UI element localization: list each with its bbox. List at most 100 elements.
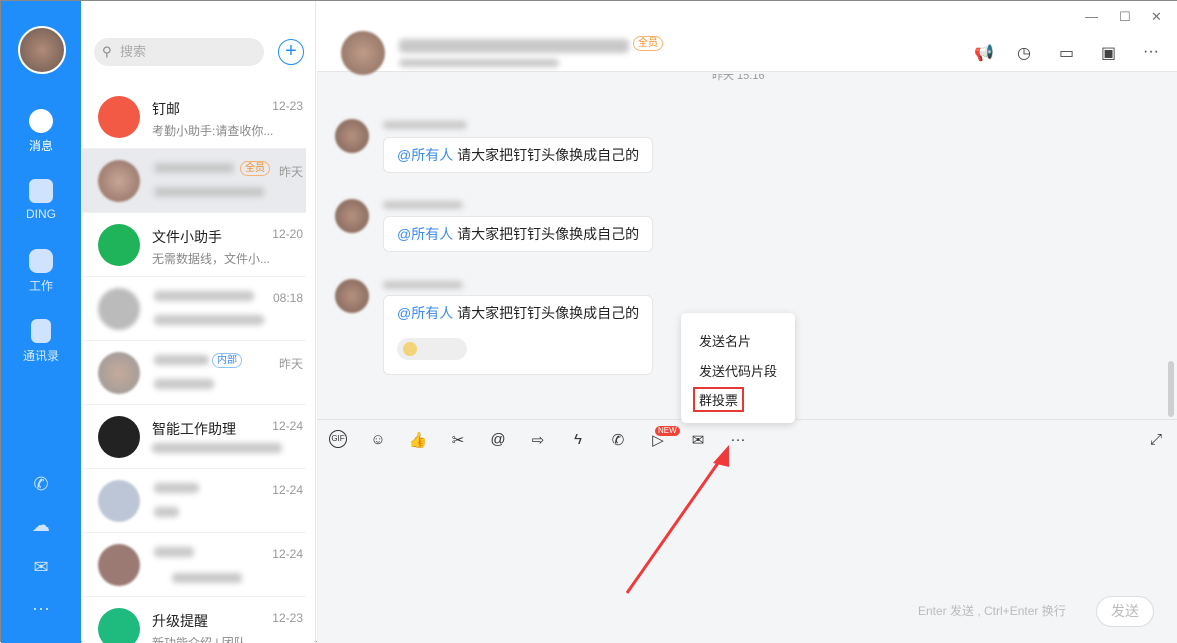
chat-icon (29, 109, 53, 133)
annotation-arrow (617, 441, 747, 601)
avatar (98, 352, 140, 394)
timestamp: 昨天 15:16 (712, 74, 765, 84)
input-toolbar: GIF ☺ 👍 ✂ @ ⇨ ϟ ✆ ▷ NEW ✉ ··· ⤢ (317, 419, 1177, 457)
thumbs-up-icon[interactable]: 👍 (408, 431, 428, 449)
list-item[interactable]: 08:18 (82, 277, 306, 341)
emoji-icon[interactable]: ☺ (368, 431, 388, 448)
nav-contacts[interactable]: 通讯录 (1, 319, 81, 364)
search-icon: ⚲ (102, 38, 112, 66)
conv-time: 12-24 (272, 419, 303, 433)
conv-time: 12-23 (272, 99, 303, 113)
conv-time: 08:18 (273, 291, 303, 305)
more-icon[interactable]: ··· (1143, 43, 1159, 61)
message-text: 请大家把钉钉头像换成自己的 (453, 226, 639, 242)
avatar[interactable] (335, 279, 369, 313)
menu-item-send-card[interactable]: 发送名片 (699, 331, 751, 350)
message-bubble[interactable]: @所有人 请大家把钉钉头像换成自己的 (383, 216, 653, 252)
reaction[interactable] (397, 338, 467, 360)
conv-name: 文件小助手 (152, 227, 222, 247)
mention[interactable]: @所有人 (397, 305, 453, 321)
list-item[interactable]: 智能工作助理 12-24 (82, 405, 306, 469)
conv-preview: 考勤小助手:请查收你... (152, 122, 273, 139)
scrollbar[interactable] (1168, 361, 1174, 417)
send-hint: Enter 发送 , Ctrl+Enter 换行 (918, 602, 1066, 619)
group-avatar[interactable] (341, 31, 385, 75)
announcement-icon[interactable]: 📢 (974, 43, 994, 63)
send-button[interactable]: 发送 (1096, 596, 1154, 627)
folder-send-icon[interactable]: ⇨ (528, 431, 548, 449)
badge: 全员 (633, 36, 663, 51)
search-input[interactable]: ⚲ 搜索 (94, 38, 264, 66)
avatar (98, 288, 140, 330)
apps-icon (29, 249, 53, 273)
folder-icon[interactable]: ▭ (1059, 43, 1074, 63)
mention[interactable]: @所有人 (397, 147, 453, 163)
scissors-icon[interactable]: ✂ (448, 431, 468, 449)
nav-label: 通讯录 (23, 349, 59, 363)
avatar[interactable] (335, 119, 369, 153)
list-item[interactable]: 钉邮 考勤小助手:请查收你... 12-23 (82, 85, 306, 149)
list-item[interactable]: 内部 昨天 (82, 341, 306, 405)
conv-time: 昨天 (279, 355, 303, 372)
conv-time: 12-20 (272, 227, 303, 241)
gif-icon[interactable]: GIF (329, 430, 347, 448)
conv-time: 12-23 (272, 611, 303, 625)
badge: 全员 (240, 161, 270, 176)
expand-icon[interactable]: ⤢ (1146, 431, 1166, 448)
nav-sidebar: 消息 DING 工作 通讯录 ✆ ☁ ✉ ··· (1, 1, 81, 643)
list-item[interactable]: 12-24 (82, 469, 306, 533)
badge: 内部 (212, 353, 242, 368)
nav-work[interactable]: 工作 (1, 249, 81, 294)
more-icon[interactable]: ··· (31, 598, 51, 618)
ding-icon[interactable]: ϟ (568, 431, 588, 448)
phone-icon[interactable]: ✆ (31, 474, 51, 494)
avatar (98, 544, 140, 586)
minimize-icon[interactable]: — (1085, 9, 1098, 24)
contacts-icon (31, 319, 51, 343)
live-icon[interactable]: ▣ (1101, 43, 1116, 63)
ding-icon (29, 179, 53, 203)
conv-name: 升级提醒 (152, 611, 208, 631)
clock-icon[interactable]: ◷ (1017, 43, 1031, 63)
conv-name: 钉邮 (152, 99, 180, 119)
conversation-list: ⚲ 搜索 + 钉邮 考勤小助手:请查收你... 12-23 全员 昨天 文件小助手… (82, 1, 316, 643)
close-icon[interactable]: ✕ (1151, 9, 1162, 25)
more-menu: 发送名片 发送代码片段 群投票 (681, 313, 795, 423)
mail-avatar-icon (98, 96, 140, 138)
conv-time: 昨天 (279, 163, 303, 180)
chat-panel: 全员 📢 ◷ ▭ ▣ ··· — ☐ ✕ 昨天 15:16 @所有人 请大家把钉… (317, 1, 1177, 643)
list-item[interactable]: 文件小助手 无需数据线，文件小... 12-20 (82, 213, 306, 277)
add-button[interactable]: + (278, 39, 304, 65)
message-bubble[interactable]: @所有人 请大家把钉钉头像换成自己的 (383, 137, 653, 173)
upgrade-avatar-icon (98, 608, 140, 643)
avatar[interactable] (18, 26, 66, 74)
conv-time: 12-24 (272, 547, 303, 561)
chat-header: 全员 📢 ◷ ▭ ▣ ··· — ☐ ✕ (317, 1, 1177, 72)
avatar (98, 480, 140, 522)
message-text: 请大家把钉钉头像换成自己的 (453, 147, 639, 163)
new-badge: NEW (655, 426, 680, 436)
search-placeholder: 搜索 (120, 44, 146, 59)
folder-avatar-icon (98, 224, 140, 266)
conv-name: 智能工作助理 (152, 419, 236, 439)
menu-item-send-code[interactable]: 发送代码片段 (699, 361, 777, 380)
emoji-icon (403, 342, 417, 356)
mail-icon[interactable]: ✉ (31, 557, 51, 577)
list-item[interactable]: 升级提醒 新功能介绍 | 团队 12-23 (82, 597, 306, 643)
avatar[interactable] (335, 199, 369, 233)
list-item[interactable]: 全员 昨天 (82, 149, 306, 213)
assistant-avatar-icon (98, 416, 140, 458)
nav-ding[interactable]: DING (1, 179, 81, 221)
mention[interactable]: @所有人 (397, 226, 453, 242)
at-icon[interactable]: @ (488, 431, 508, 448)
menu-item-group-vote[interactable]: 群投票 (696, 390, 741, 409)
cloud-icon[interactable]: ☁ (31, 515, 51, 535)
avatar (98, 160, 140, 202)
maximize-icon[interactable]: ☐ (1119, 9, 1131, 25)
list-item[interactable]: 12-24 (82, 533, 306, 597)
nav-label: DING (26, 207, 56, 221)
conv-time: 12-24 (272, 483, 303, 497)
nav-label: 消息 (29, 139, 53, 153)
nav-messages[interactable]: 消息 (1, 109, 81, 154)
message-bubble[interactable]: @所有人 请大家把钉钉头像换成自己的 (383, 295, 653, 375)
